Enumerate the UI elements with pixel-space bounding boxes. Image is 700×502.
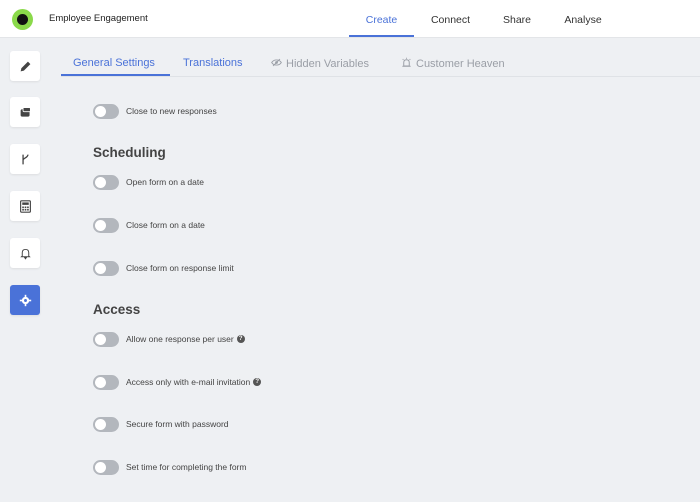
close-on-limit-label: Close form on response limit: [126, 263, 234, 273]
close-new-responses-toggle[interactable]: [93, 103, 119, 119]
subtab-divider: [61, 76, 700, 77]
gear-icon: [19, 294, 31, 306]
setting-open-on-date: Open form on a date: [93, 174, 204, 190]
access-heading: Access: [93, 302, 141, 317]
email-invitation-toggle[interactable]: [93, 374, 119, 390]
subtab-translations[interactable]: Translations: [183, 57, 243, 76]
one-response-label: Allow one response per user: [126, 334, 234, 344]
setting-email-invitation: Access only with e-mail invitation ?: [93, 374, 262, 390]
time-limit-toggle[interactable]: [93, 459, 119, 475]
close-on-date-toggle[interactable]: [93, 217, 119, 233]
logo-icon[interactable]: [12, 9, 33, 30]
sidebar-item-edit[interactable]: [10, 51, 40, 81]
help-icon[interactable]: ?: [253, 378, 262, 386]
scheduling-heading: Scheduling: [93, 145, 166, 160]
time-limit-label: Set time for completing the form: [126, 462, 247, 472]
setting-password: Secure form with password: [93, 416, 229, 432]
setting-close-on-limit: Close form on response limit: [93, 260, 234, 276]
sidebar-item-calculator[interactable]: [10, 191, 40, 221]
tab-create[interactable]: Create: [349, 14, 414, 37]
form-title: Employee Engagement: [49, 13, 148, 24]
tab-analyse[interactable]: Analyse: [560, 14, 606, 37]
help-icon[interactable]: ?: [236, 335, 245, 343]
branch-icon: [21, 154, 29, 164]
subtab-customer-heaven[interactable]: Customer Heaven: [401, 57, 505, 76]
setting-time-limit: Set time for completing the form: [93, 459, 246, 475]
bell-icon: [19, 248, 31, 260]
calculator-icon: [19, 199, 31, 213]
sidebar-item-logic[interactable]: [10, 144, 40, 174]
open-on-date-label: Open form on a date: [126, 177, 204, 187]
alarm-icon: [402, 57, 411, 67]
tab-share[interactable]: Share: [498, 14, 536, 37]
eye-slash-icon: [271, 58, 282, 67]
sidebar-item-notifications[interactable]: [10, 238, 40, 268]
setting-one-response: Allow one response per user ?: [93, 331, 245, 347]
setting-close-new-responses: Close to new responses: [93, 103, 217, 119]
one-response-toggle[interactable]: [93, 331, 119, 347]
close-on-date-label: Close form on a date: [126, 220, 205, 230]
password-label: Secure form with password: [126, 419, 229, 429]
open-on-date-toggle[interactable]: [93, 174, 119, 190]
subtab-hidden-variables-label: Hidden Variables: [286, 58, 369, 70]
email-invitation-label: Access only with e-mail invitation: [126, 377, 251, 387]
close-new-responses-label: Close to new responses: [126, 106, 217, 116]
password-toggle[interactable]: [93, 416, 119, 432]
subtab-active-indicator: [61, 74, 170, 76]
sidebar-item-design[interactable]: [10, 97, 40, 127]
subtab-customer-heaven-label: Customer Heaven: [416, 58, 505, 70]
close-on-limit-toggle[interactable]: [93, 260, 119, 276]
setting-close-on-date: Close form on a date: [93, 217, 205, 233]
top-bar: Employee Engagement Create Connect Share…: [0, 0, 700, 38]
pencil-icon: [20, 61, 30, 71]
design-icon: [20, 106, 31, 117]
tab-connect[interactable]: Connect: [424, 14, 477, 37]
sidebar-item-settings[interactable]: [10, 285, 40, 315]
subtab-hidden-variables[interactable]: Hidden Variables: [271, 57, 369, 76]
